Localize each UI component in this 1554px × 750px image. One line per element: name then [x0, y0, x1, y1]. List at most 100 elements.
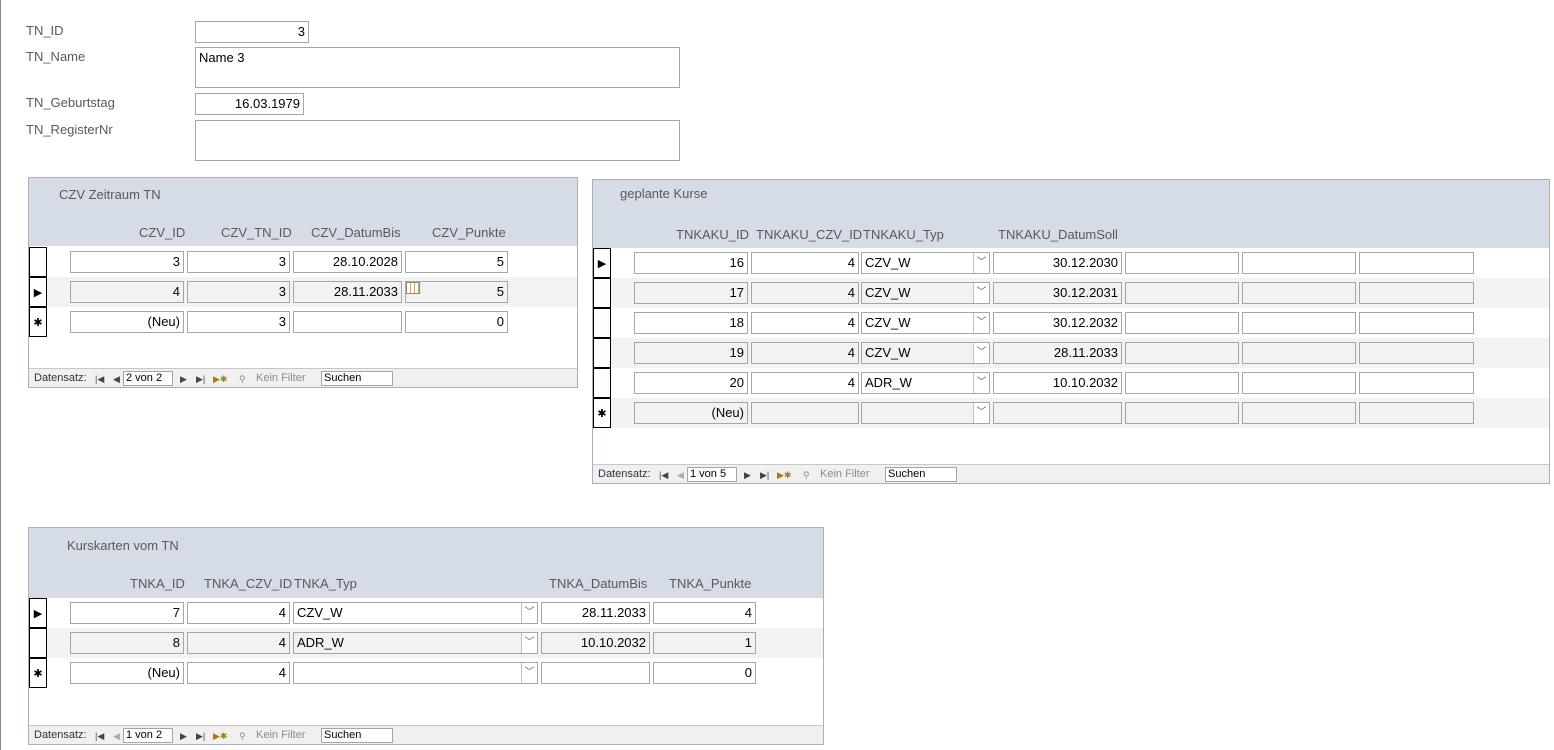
first-record-icon[interactable]: |◀ — [659, 470, 668, 481]
new-record-nav-icon[interactable]: ▶✱ — [213, 374, 227, 385]
kurse-cell-extra-3[interactable] — [1359, 402, 1474, 424]
kurse-cell-czv-id[interactable]: 4 — [751, 312, 859, 334]
karten-cell-punkte[interactable]: 0 — [653, 662, 756, 684]
czv-cell-datumbis[interactable] — [293, 311, 402, 333]
czv-cell-id[interactable]: (Neu) — [70, 311, 184, 333]
dropdown-arrow-icon[interactable]: ﹀ — [973, 313, 989, 333]
karten-cell-punkte[interactable]: 1 — [653, 632, 756, 654]
kurse-cell-datumsoll[interactable]: 28.11.2033 — [993, 342, 1122, 364]
karten-cell-czv-id[interactable]: 4 — [187, 632, 290, 654]
kurse-cell-extra-2[interactable] — [1242, 402, 1356, 424]
kurse-cell-czv-id[interactable] — [751, 402, 859, 424]
kurse-cell-extra-1[interactable] — [1125, 342, 1239, 364]
dropdown-arrow-icon[interactable]: ﹀ — [521, 633, 537, 653]
kurse-cell-extra-2[interactable] — [1242, 372, 1356, 394]
czv-cell-tn-id[interactable]: 3 — [187, 251, 290, 273]
kurse-cell-extra-1[interactable] — [1125, 312, 1239, 334]
czv-cell-datumbis[interactable]: 28.10.2028 — [293, 251, 402, 273]
kurse-cell-extra-1[interactable] — [1125, 372, 1239, 394]
record-selector[interactable] — [593, 278, 611, 308]
search-input[interactable]: Suchen — [321, 728, 393, 743]
dropdown-arrow-icon[interactable]: ﹀ — [973, 343, 989, 363]
kurse-cell-id[interactable]: (Neu) — [634, 402, 748, 424]
last-record-icon[interactable]: ▶| — [196, 374, 205, 385]
kurse-cell-extra-1[interactable] — [1125, 252, 1239, 274]
record-selector-current[interactable]: ▶ — [29, 598, 47, 628]
no-filter-button[interactable]: Kein Filter — [256, 372, 306, 384]
karten-cell-typ[interactable]: ﹀ — [293, 662, 538, 684]
czv-cell-punkte[interactable]: 5 — [405, 281, 508, 303]
new-record-icon[interactable]: ✱ — [593, 398, 611, 428]
next-record-icon[interactable]: ▶ — [744, 470, 751, 481]
new-record-nav-icon[interactable]: ▶✱ — [777, 470, 791, 481]
karten-cell-typ[interactable]: CZV_W ﹀ — [293, 602, 538, 624]
dropdown-arrow-icon[interactable]: ﹀ — [521, 663, 537, 683]
kurse-cell-extra-1[interactable] — [1125, 402, 1239, 424]
karten-cell-id[interactable]: (Neu) — [70, 662, 184, 684]
next-record-icon[interactable]: ▶ — [180, 731, 187, 742]
kurse-cell-extra-3[interactable] — [1359, 252, 1474, 274]
tn-id-field[interactable]: 3 — [195, 21, 309, 43]
no-filter-button[interactable]: Kein Filter — [256, 729, 306, 741]
karten-cell-datumbis[interactable]: 10.10.2032 — [541, 632, 650, 654]
kurse-cell-typ[interactable]: CZV_W ﹀ — [861, 252, 990, 274]
kurse-cell-datumsoll[interactable] — [993, 402, 1122, 424]
kurse-cell-czv-id[interactable]: 4 — [751, 282, 859, 304]
karten-cell-czv-id[interactable]: 4 — [187, 602, 290, 624]
new-record-icon[interactable]: ✱ — [29, 658, 47, 688]
dropdown-arrow-icon[interactable]: ﹀ — [973, 283, 989, 303]
kurse-cell-id[interactable]: 18 — [634, 312, 748, 334]
record-selector[interactable] — [593, 368, 611, 398]
search-input[interactable]: Suchen — [885, 467, 957, 482]
new-record-icon[interactable]: ✱ — [29, 307, 47, 337]
kurse-cell-extra-3[interactable] — [1359, 342, 1474, 364]
first-record-icon[interactable]: |◀ — [95, 374, 104, 385]
record-selector[interactable] — [593, 338, 611, 368]
czv-cell-id[interactable]: 3 — [70, 251, 184, 273]
prev-record-icon[interactable]: ◀ — [113, 374, 120, 385]
last-record-icon[interactable]: ▶| — [196, 731, 205, 742]
karten-cell-typ[interactable]: ADR_W ﹀ — [293, 632, 538, 654]
kurse-cell-id[interactable]: 17 — [634, 282, 748, 304]
czv-cell-punkte[interactable]: 0 — [405, 311, 508, 333]
dropdown-arrow-icon[interactable]: ﹀ — [973, 373, 989, 393]
dropdown-arrow-icon[interactable]: ﹀ — [521, 603, 537, 623]
kurse-cell-czv-id[interactable]: 4 — [751, 252, 859, 274]
kurse-cell-typ[interactable]: CZV_W ﹀ — [861, 342, 990, 364]
kurse-cell-id[interactable]: 20 — [634, 372, 748, 394]
czv-cell-tn-id[interactable]: 3 — [187, 311, 290, 333]
kurse-cell-datumsoll[interactable]: 30.12.2031 — [993, 282, 1122, 304]
first-record-icon[interactable]: |◀ — [95, 731, 104, 742]
tn-name-field[interactable]: Name 3 — [195, 47, 680, 88]
karten-cell-punkte[interactable]: 4 — [653, 602, 756, 624]
next-record-icon[interactable]: ▶ — [180, 374, 187, 385]
record-selector[interactable] — [593, 308, 611, 338]
czv-cell-tn-id[interactable]: 3 — [187, 281, 290, 303]
kurse-cell-extra-3[interactable] — [1359, 282, 1474, 304]
czv-cell-punkte[interactable]: 5 — [405, 251, 508, 273]
kurse-cell-id[interactable]: 19 — [634, 342, 748, 364]
kurse-cell-datumsoll[interactable]: 10.10.2032 — [993, 372, 1122, 394]
search-input[interactable]: Suchen — [321, 371, 393, 386]
record-selector[interactable] — [29, 628, 47, 658]
kurse-cell-typ[interactable]: CZV_W ﹀ — [861, 282, 990, 304]
kurse-cell-extra-1[interactable] — [1125, 282, 1239, 304]
kurse-cell-extra-2[interactable] — [1242, 252, 1356, 274]
record-position[interactable]: 1 von 2 — [123, 728, 173, 743]
dropdown-arrow-icon[interactable]: ﹀ — [973, 403, 989, 423]
kurse-cell-extra-2[interactable] — [1242, 342, 1356, 364]
kurse-cell-czv-id[interactable]: 4 — [751, 342, 859, 364]
tn-registernr-field[interactable] — [195, 120, 680, 161]
prev-record-icon[interactable]: ◀ — [677, 470, 684, 481]
karten-cell-datumbis[interactable]: 28.11.2033 — [541, 602, 650, 624]
new-record-nav-icon[interactable]: ▶✱ — [213, 731, 227, 742]
record-position[interactable]: 2 von 2 — [123, 371, 173, 386]
record-position[interactable]: 1 von 5 — [687, 467, 737, 482]
kurse-cell-datumsoll[interactable]: 30.12.2032 — [993, 312, 1122, 334]
record-selector[interactable] — [29, 247, 47, 277]
last-record-icon[interactable]: ▶| — [760, 470, 769, 481]
kurse-cell-datumsoll[interactable]: 30.12.2030 — [993, 252, 1122, 274]
prev-record-icon[interactable]: ◀ — [113, 731, 120, 742]
kurse-cell-czv-id[interactable]: 4 — [751, 372, 859, 394]
karten-cell-id[interactable]: 7 — [70, 602, 184, 624]
